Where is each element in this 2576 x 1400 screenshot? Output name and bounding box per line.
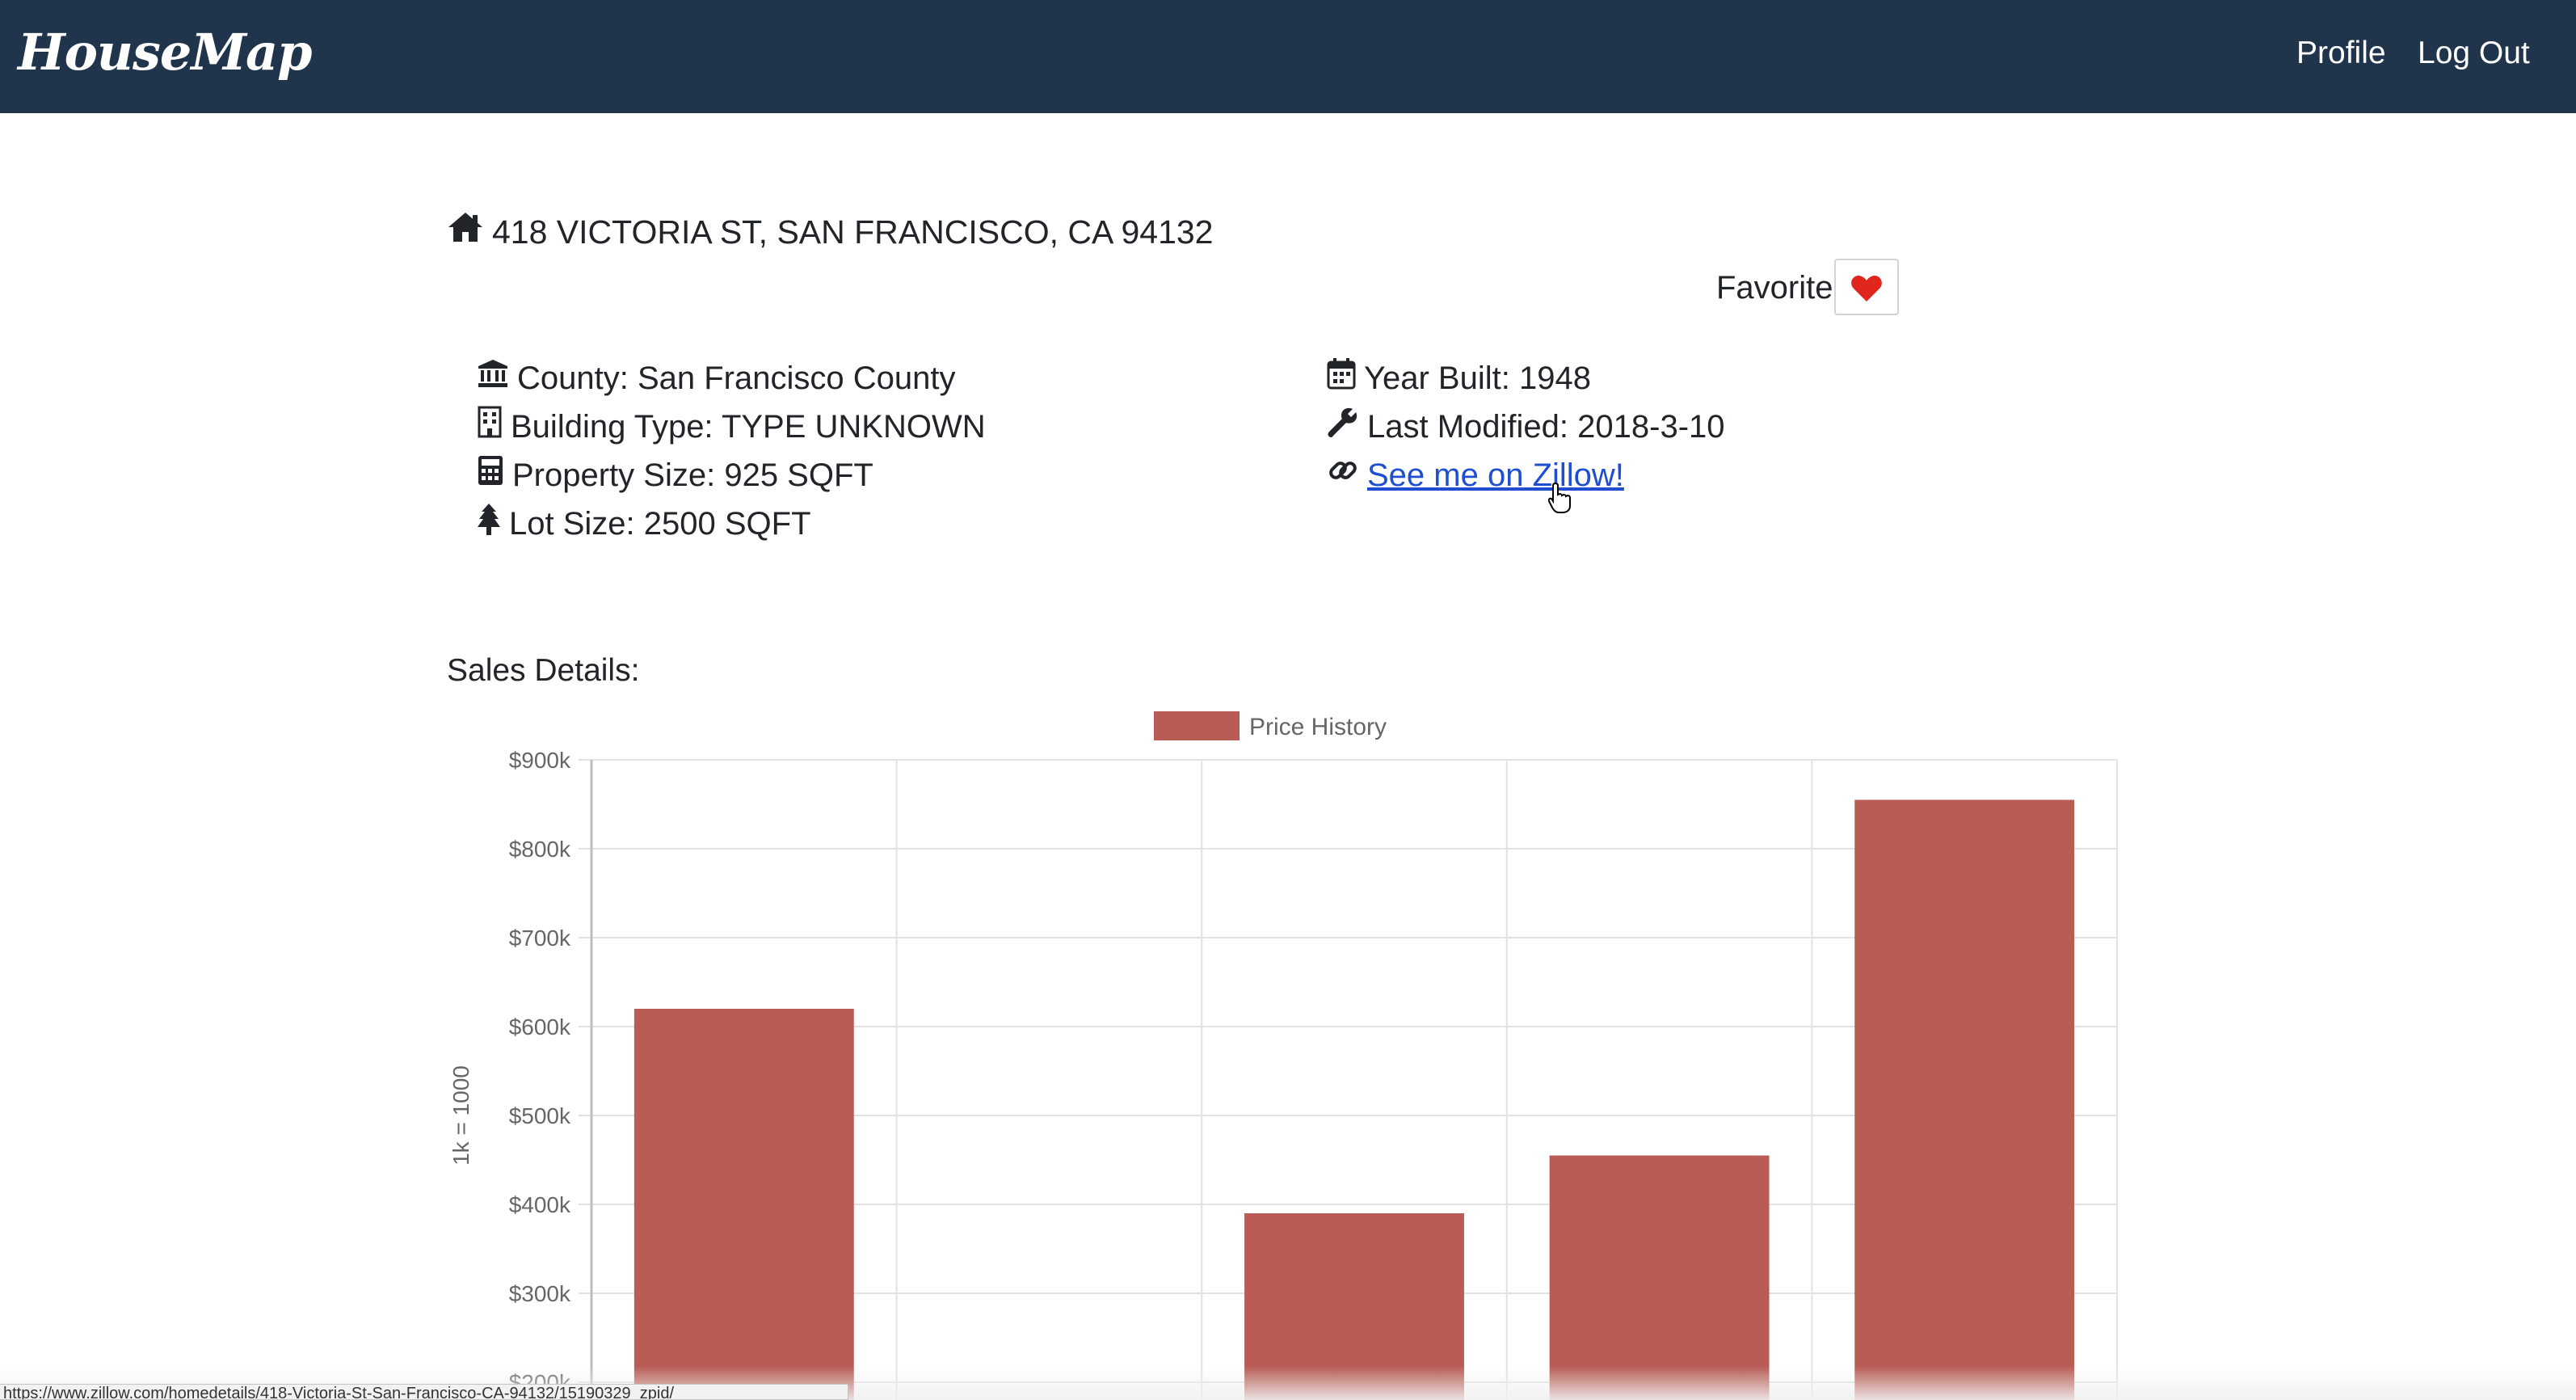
year-built-text: Year Built: 1948: [1364, 361, 1591, 396]
y-tick-label: $700k: [509, 926, 571, 951]
address-text: 418 VICTORIA ST, SAN FRANCISCO, CA 94132: [492, 213, 1214, 251]
price-history-chart: $900k$800k$700k$600k$500k$400k$300k$200k…: [448, 711, 2118, 1400]
y-tick-label: $800k: [509, 837, 571, 862]
bank-icon: [477, 358, 509, 397]
legend-label: Price History: [1249, 714, 1387, 740]
y-tick-label: $400k: [509, 1192, 571, 1217]
detail-year-built: Year Built: 1948: [1327, 358, 1591, 398]
wrench-icon: [1327, 406, 1359, 446]
property-size-text: Property Size: 925 SQFT: [512, 458, 873, 493]
brand-logo[interactable]: HouseMap: [18, 23, 313, 82]
link-icon: [1327, 454, 1359, 495]
y-axis-label: 1k = 1000: [448, 1065, 474, 1166]
detail-building-type: Building Type: TYPE UNKNOWN: [477, 406, 986, 446]
detail-last-modified: Last Modified: 2018-3-10: [1327, 406, 1725, 446]
y-tick-label: $600k: [509, 1014, 571, 1039]
price-bar[interactable]: [1549, 1155, 1770, 1400]
detail-lot-size: Lot Size: 2500 SQFT: [477, 504, 811, 544]
detail-property-size: Property Size: 925 SQFT: [477, 456, 873, 495]
heart-icon: [1851, 276, 1882, 302]
status-bar-url: https://www.zillow.com/homedetails/418-V…: [0, 1384, 848, 1400]
lot-size-text: Lot Size: 2500 SQFT: [509, 506, 811, 542]
detail-zillow: See me on Zillow!: [1327, 458, 1624, 495]
chart-legend: Price History: [1154, 711, 1387, 740]
favorite-button[interactable]: [1834, 259, 1899, 315]
property-address: 418 VICTORIA ST, SAN FRANCISCO, CA 94132: [447, 213, 1213, 251]
y-tick-label: $300k: [509, 1281, 571, 1306]
building-type-text: Building Type: TYPE UNKNOWN: [511, 409, 986, 445]
detail-county: County: San Francisco County: [477, 358, 956, 397]
price-bar[interactable]: [633, 1009, 854, 1400]
calendar-icon: [1327, 357, 1356, 398]
nav-logout-link[interactable]: Log Out: [2418, 36, 2530, 71]
zillow-link[interactable]: See me on Zillow!: [1367, 458, 1624, 493]
home-icon: [447, 211, 484, 251]
price-bar[interactable]: [1244, 1213, 1464, 1400]
hand-cursor-icon: [1547, 482, 1572, 518]
building-icon: [477, 406, 503, 446]
county-text: County: San Francisco County: [517, 361, 956, 396]
calculator-icon: [477, 454, 504, 495]
y-tick-label: $900k: [509, 748, 571, 773]
top-navbar: HouseMap Profile Log Out: [0, 0, 2576, 113]
y-tick-label: $500k: [509, 1103, 571, 1128]
chart-bars: [633, 799, 2075, 1400]
tree-icon: [477, 502, 501, 544]
favorite-label: Favorite: [1716, 270, 1833, 306]
legend-swatch: [1154, 711, 1240, 740]
nav-profile-link[interactable]: Profile: [2296, 36, 2386, 71]
sales-details-title: Sales Details:: [447, 653, 640, 688]
price-bar[interactable]: [1854, 799, 2075, 1400]
y-axis-ticks: $900k$800k$700k$600k$500k$400k$300k$200k: [509, 748, 571, 1395]
last-modified-text: Last Modified: 2018-3-10: [1367, 409, 1725, 445]
